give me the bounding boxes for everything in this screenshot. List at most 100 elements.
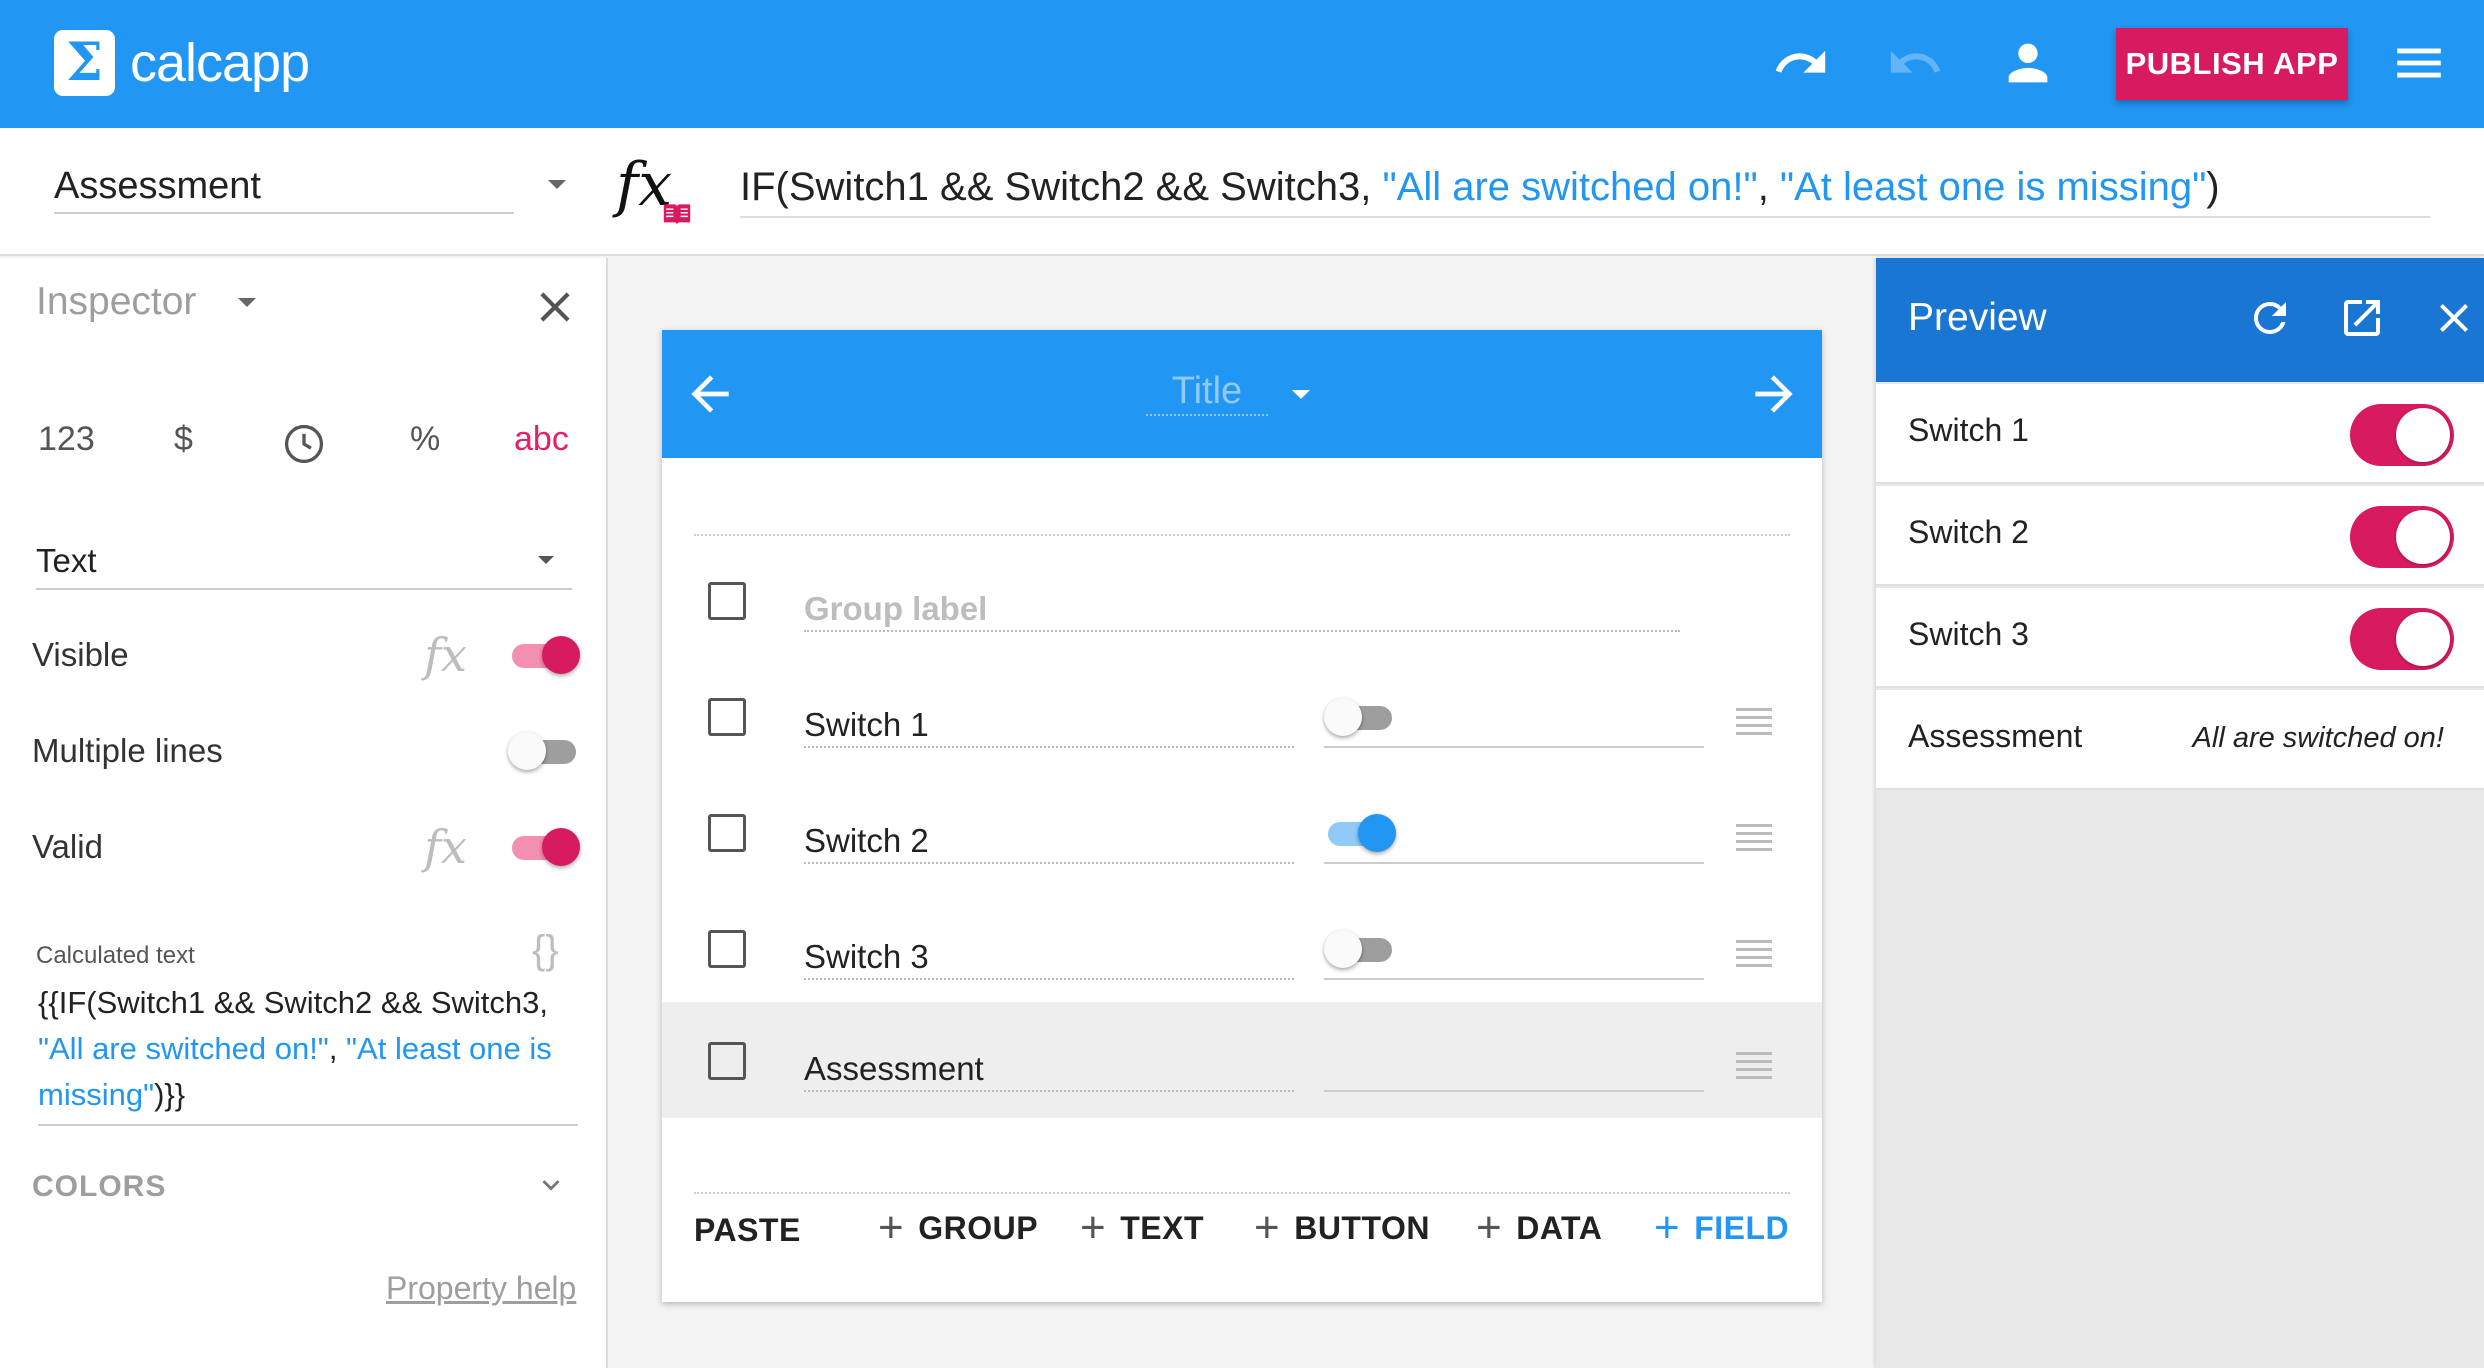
drag-handle-icon[interactable] [1736,1052,1772,1080]
undo-icon[interactable] [1772,34,1830,92]
arrow-back-icon[interactable] [682,366,738,422]
fx-icon[interactable]: fx [424,820,467,874]
checkbox[interactable] [708,582,746,620]
checkbox[interactable] [708,698,746,736]
arrow-forward-icon[interactable] [1746,366,1802,422]
preview-title: Preview [1908,296,2047,339]
calc-code: )}} [154,1077,186,1112]
drag-handle-icon[interactable] [1736,824,1772,852]
format-time-icon[interactable] [282,422,326,466]
plus-icon: + [1654,1203,1681,1252]
close-icon[interactable] [2430,294,2478,342]
format-number-button[interactable]: 123 [38,420,95,459]
field-label-input[interactable]: Assessment [804,1046,1294,1092]
field-row-selected[interactable]: Assessment [662,1002,1822,1118]
field-selector[interactable]: Assessment [54,158,514,214]
publish-app-button[interactable]: PUBLISH APP [2116,28,2348,100]
formula-bar: Assessment fx IF(Switch1 && Switch2 && S… [0,128,2484,256]
format-percent-button[interactable]: % [410,420,440,459]
menu-icon[interactable] [2390,34,2448,92]
preview-switch-1[interactable] [2350,404,2454,466]
braces-icon[interactable]: {} [532,928,559,973]
inspector-title[interactable]: Inspector [36,280,196,324]
dropdown-caret-icon[interactable] [538,556,554,564]
top-app-bar: Σ calcapp PUBLISH APP [0,0,2484,128]
paste-button[interactable]: PASTE [694,1212,801,1249]
field-value-line [1324,1046,1704,1092]
visible-label: Visible [32,636,129,673]
formula-string: "At least one is missing" [1779,165,2207,209]
plus-icon: + [1254,1203,1281,1252]
formula-code: IF(Switch1 && Switch2 && Switch3, [740,165,1383,209]
plus-icon: + [1080,1203,1107,1252]
format-currency-button[interactable]: $ [174,420,193,459]
dropdown-caret-icon[interactable] [1292,390,1310,399]
switch-knob [2396,612,2450,666]
add-group-label: GROUP [918,1209,1039,1246]
switch-thumb [508,732,546,770]
formula-code: ) [2206,165,2220,209]
checkbox[interactable] [708,930,746,968]
checkbox[interactable] [708,814,746,852]
preview-row: Assessment All are switched on! [1876,690,2484,790]
add-data-label: DATA [1516,1209,1603,1246]
group-label-input[interactable]: Group label [804,586,1680,632]
valid-toggle[interactable] [508,826,580,866]
calculated-text-input[interactable]: {{IF(Switch1 && Switch2 && Switch3, "All… [38,980,578,1126]
preview-switch-3[interactable] [2350,608,2454,670]
visible-toggle[interactable] [508,634,580,674]
multiple-lines-label: Multiple lines [32,732,223,769]
chevron-down-icon[interactable] [534,1168,568,1202]
redo-icon[interactable] [1886,34,1944,92]
formula-input[interactable]: IF(Switch1 && Switch2 && Switch3, "All a… [740,156,2430,218]
add-data-button[interactable]: + DATA [1476,1206,1603,1250]
divider [694,534,1790,536]
switch-field-toggle[interactable] [1324,928,1396,968]
field-label-input[interactable]: Switch 2 [804,818,1294,864]
preview-field-label: Assessment [1908,718,2083,754]
account-icon[interactable] [1999,34,2057,92]
formula-reference-button[interactable]: fx [612,150,696,234]
switch-knob [2396,408,2450,462]
property-help-link[interactable]: Property help [386,1270,576,1307]
add-text-button[interactable]: + TEXT [1080,1203,1204,1252]
calculated-text-label: Calculated text [36,942,195,969]
close-icon[interactable] [530,282,580,332]
preview-switch-2[interactable] [2350,506,2454,568]
plus-icon: + [878,1203,905,1252]
field-label-input[interactable]: Switch 1 [804,702,1294,748]
switch-knob [2396,510,2450,564]
switch-thumb [1358,814,1396,852]
field-label-input[interactable]: Switch 3 [804,934,1294,980]
screen-title-input[interactable]: Title [1146,368,1268,416]
dropdown-caret-icon[interactable] [548,180,566,189]
text-type-select[interactable]: Text [36,532,572,590]
screen-header: Title [662,330,1822,458]
preview-header: Preview [1876,258,2484,382]
checkbox[interactable] [708,1042,746,1080]
switch-thumb [1324,698,1362,736]
open-in-new-icon[interactable] [2338,294,2386,342]
preview-row: Switch 3 [1876,588,2484,688]
switch-field-toggle[interactable] [1324,812,1396,852]
multiple-lines-toggle[interactable] [508,730,580,770]
inspector-panel: Inspector 123 $ % abc Text Visible fx Mu… [0,258,608,1368]
drag-handle-icon[interactable] [1736,940,1772,968]
preview-field-label: Switch 1 [1908,412,2029,448]
refresh-icon[interactable] [2246,294,2294,342]
dropdown-caret-icon[interactable] [238,298,256,307]
add-group-button[interactable]: + GROUP [878,1203,1039,1252]
formula-code: , [1757,165,1780,209]
colors-section-header[interactable]: COLORS [32,1170,166,1204]
group-row: Group label [662,542,1822,658]
add-button-button[interactable]: + BUTTON [1254,1203,1430,1252]
fx-icon[interactable]: fx [424,628,467,682]
preview-result-value: All are switched on! [2192,722,2444,754]
add-field-button[interactable]: + FIELD [1654,1203,1789,1252]
preview-field-label: Switch 2 [1908,514,2029,550]
format-text-button[interactable]: abc [514,420,569,459]
switch-field-toggle[interactable] [1324,696,1396,736]
drag-handle-icon[interactable] [1736,708,1772,736]
add-text-label: TEXT [1120,1209,1204,1246]
switch-thumb [542,636,580,674]
